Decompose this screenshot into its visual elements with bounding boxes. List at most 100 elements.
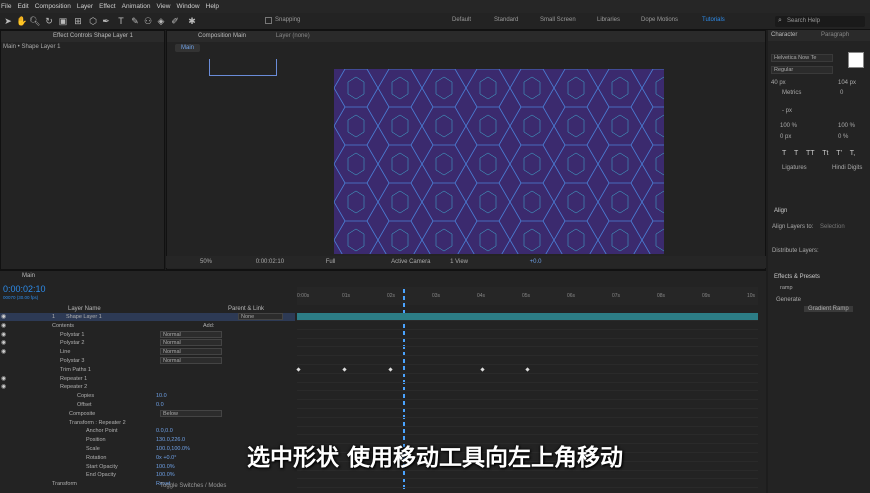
effects-search-input[interactable]: ramp (778, 285, 866, 293)
tracking-label[interactable]: 0 (840, 90, 843, 96)
workspace-libraries[interactable]: Libraries (597, 17, 620, 23)
menu-animation[interactable]: Animation (122, 3, 151, 10)
menu-edit[interactable]: Edit (17, 3, 28, 10)
visibility-eye-icon[interactable]: ◉ (1, 383, 6, 391)
leading-label[interactable]: 104 px (838, 80, 856, 86)
toggle-switches-modes[interactable]: Toggle Switches / Modes (160, 483, 226, 489)
layer-row[interactable]: ◉ Repeater 2 (0, 383, 295, 391)
eraser-tool-icon[interactable]: ◈ (156, 16, 166, 26)
paragraph-tab[interactable]: Paragraph (821, 32, 849, 38)
menu-window[interactable]: Window (177, 3, 200, 10)
visibility-eye-icon[interactable]: ◉ (1, 375, 6, 383)
blend-mode-select[interactable]: Below (160, 409, 222, 417)
exposure-offset[interactable]: +0.0 (530, 259, 542, 265)
workspace-standard[interactable]: Standard (494, 17, 518, 23)
property-value[interactable]: 0.0 (156, 401, 164, 409)
font-size-label[interactable]: 40 px (771, 80, 786, 86)
align-selection-select[interactable]: Selection (820, 224, 845, 230)
layer-row[interactable]: Trim Paths 1 (0, 366, 295, 374)
zoom-select[interactable]: 50% (200, 259, 212, 265)
track-row[interactable] (297, 471, 758, 480)
fill-color-swatch[interactable] (848, 52, 864, 68)
menu-composition[interactable]: Composition (35, 3, 71, 10)
layer-row[interactable]: Copies 10.0 (0, 392, 295, 400)
font-family-select[interactable]: Helvetica Now Te (771, 54, 833, 62)
vertical-scale-label[interactable]: 100 % (780, 123, 797, 129)
workspace-tutorials[interactable]: Tutorials (702, 17, 725, 23)
generate-group[interactable]: Generate (776, 297, 801, 303)
property-value[interactable]: 100.0% (156, 471, 175, 479)
track-row[interactable] (297, 339, 758, 348)
snapping-checkbox[interactable] (265, 17, 272, 24)
keyframe[interactable] (342, 367, 347, 372)
ligatures-checkbox[interactable]: Ligatures (782, 165, 807, 171)
keyframe[interactable] (388, 367, 393, 372)
track-row[interactable] (297, 427, 758, 436)
visibility-eye-icon[interactable]: ◉ (1, 339, 6, 347)
menu-layer[interactable]: Layer (77, 3, 93, 10)
track-row[interactable] (297, 322, 758, 330)
layer-row[interactable]: Offset 0.0 (0, 401, 295, 409)
shape-tool-icon[interactable]: ⬡ (88, 16, 98, 26)
layer-row[interactable]: ◉ Polystar 1 Normal (0, 330, 295, 339)
keyframe[interactable] (480, 367, 485, 372)
font-style-select[interactable]: Regular (771, 66, 833, 74)
layer-row[interactable]: Transform : Repeater 2 (0, 419, 295, 427)
layer-row[interactable]: Polystar 3 Normal (0, 357, 295, 365)
add-button[interactable]: Add: (203, 322, 214, 330)
track-row[interactable] (297, 357, 758, 365)
blend-mode-select[interactable]: Normal (160, 357, 222, 364)
timeline-tab[interactable]: Main (22, 273, 35, 279)
layer-row[interactable]: End Opacity 100.0% (0, 471, 295, 479)
menu-view[interactable]: View (157, 3, 171, 10)
workspace-small-screen[interactable]: Small Screen (540, 17, 576, 23)
track-row[interactable] (297, 348, 758, 357)
selection-tool-icon[interactable]: ➤ (3, 16, 13, 26)
character-tab[interactable]: Character (771, 32, 797, 38)
rotate-tool-icon[interactable]: ↻ (44, 16, 54, 26)
layer-row[interactable]: Anchor Point 0.0,0.0 (0, 427, 295, 435)
menu-file[interactable]: File (1, 3, 11, 10)
composition-viewer[interactable] (334, 69, 664, 254)
track-row[interactable] (297, 331, 758, 339)
hand-tool-icon[interactable]: ✋ (16, 16, 27, 26)
keyframe[interactable] (296, 367, 301, 372)
baseline-shift-label[interactable]: 0 px (780, 134, 791, 140)
track-row[interactable] (297, 480, 758, 489)
property-value[interactable]: 10.0 (156, 392, 167, 400)
zoom-tool-icon[interactable]: 🔍︎ (29, 16, 40, 26)
workspace-dope-motions[interactable]: Dope Motions (641, 17, 678, 23)
workspace-default[interactable]: Default (452, 17, 471, 23)
track-row[interactable] (297, 410, 758, 418)
text-style-buttons[interactable]: T T TT Tt T' T, (782, 150, 855, 157)
roto-tool-icon[interactable]: ✐ (170, 16, 180, 26)
tsume-label[interactable]: 0 % (838, 134, 848, 140)
visibility-eye-icon[interactable]: ◉ (1, 331, 6, 339)
camera-select[interactable]: Active Camera (391, 259, 430, 265)
views-select[interactable]: 1 View (450, 259, 468, 265)
visibility-eye-icon[interactable]: ◉ (1, 322, 6, 330)
layer-row[interactable]: ◉ Repeater 1 (0, 375, 295, 383)
track-row[interactable] (296, 366, 758, 374)
track-row[interactable] (297, 392, 758, 401)
menu-effect[interactable]: Effect (99, 3, 116, 10)
track-row[interactable] (297, 313, 758, 321)
main-chip[interactable]: Main (175, 44, 201, 52)
track-row[interactable] (297, 419, 758, 427)
keyframe[interactable] (525, 367, 530, 372)
resolution-select[interactable]: Full (326, 259, 336, 265)
type-tool-icon[interactable]: T (116, 16, 126, 26)
layer-row[interactable]: ◉ Contents Add: (0, 322, 295, 330)
blend-mode-select[interactable]: Normal (160, 339, 222, 347)
pen-tool-icon[interactable]: ✒ (101, 16, 111, 26)
visibility-eye-icon[interactable]: ◉ (1, 313, 6, 321)
layer-tab[interactable]: Layer (none) (276, 33, 310, 39)
layer-row[interactable]: ◉ Shape Layer 1 1 None (0, 313, 295, 321)
gradient-ramp-item[interactable]: Gradient Ramp (804, 306, 853, 312)
search-help-input[interactable]: Search Help (775, 16, 865, 27)
layer-row[interactable]: ◉ Line Normal (0, 348, 295, 356)
layer-row[interactable]: ◉ Polystar 2 Normal (0, 339, 295, 347)
current-time[interactable]: 0:00:02:10 (256, 259, 284, 265)
camera-tool-icon[interactable]: ▣ (58, 16, 68, 26)
horizontal-scale-label[interactable]: 100 % (838, 123, 855, 129)
